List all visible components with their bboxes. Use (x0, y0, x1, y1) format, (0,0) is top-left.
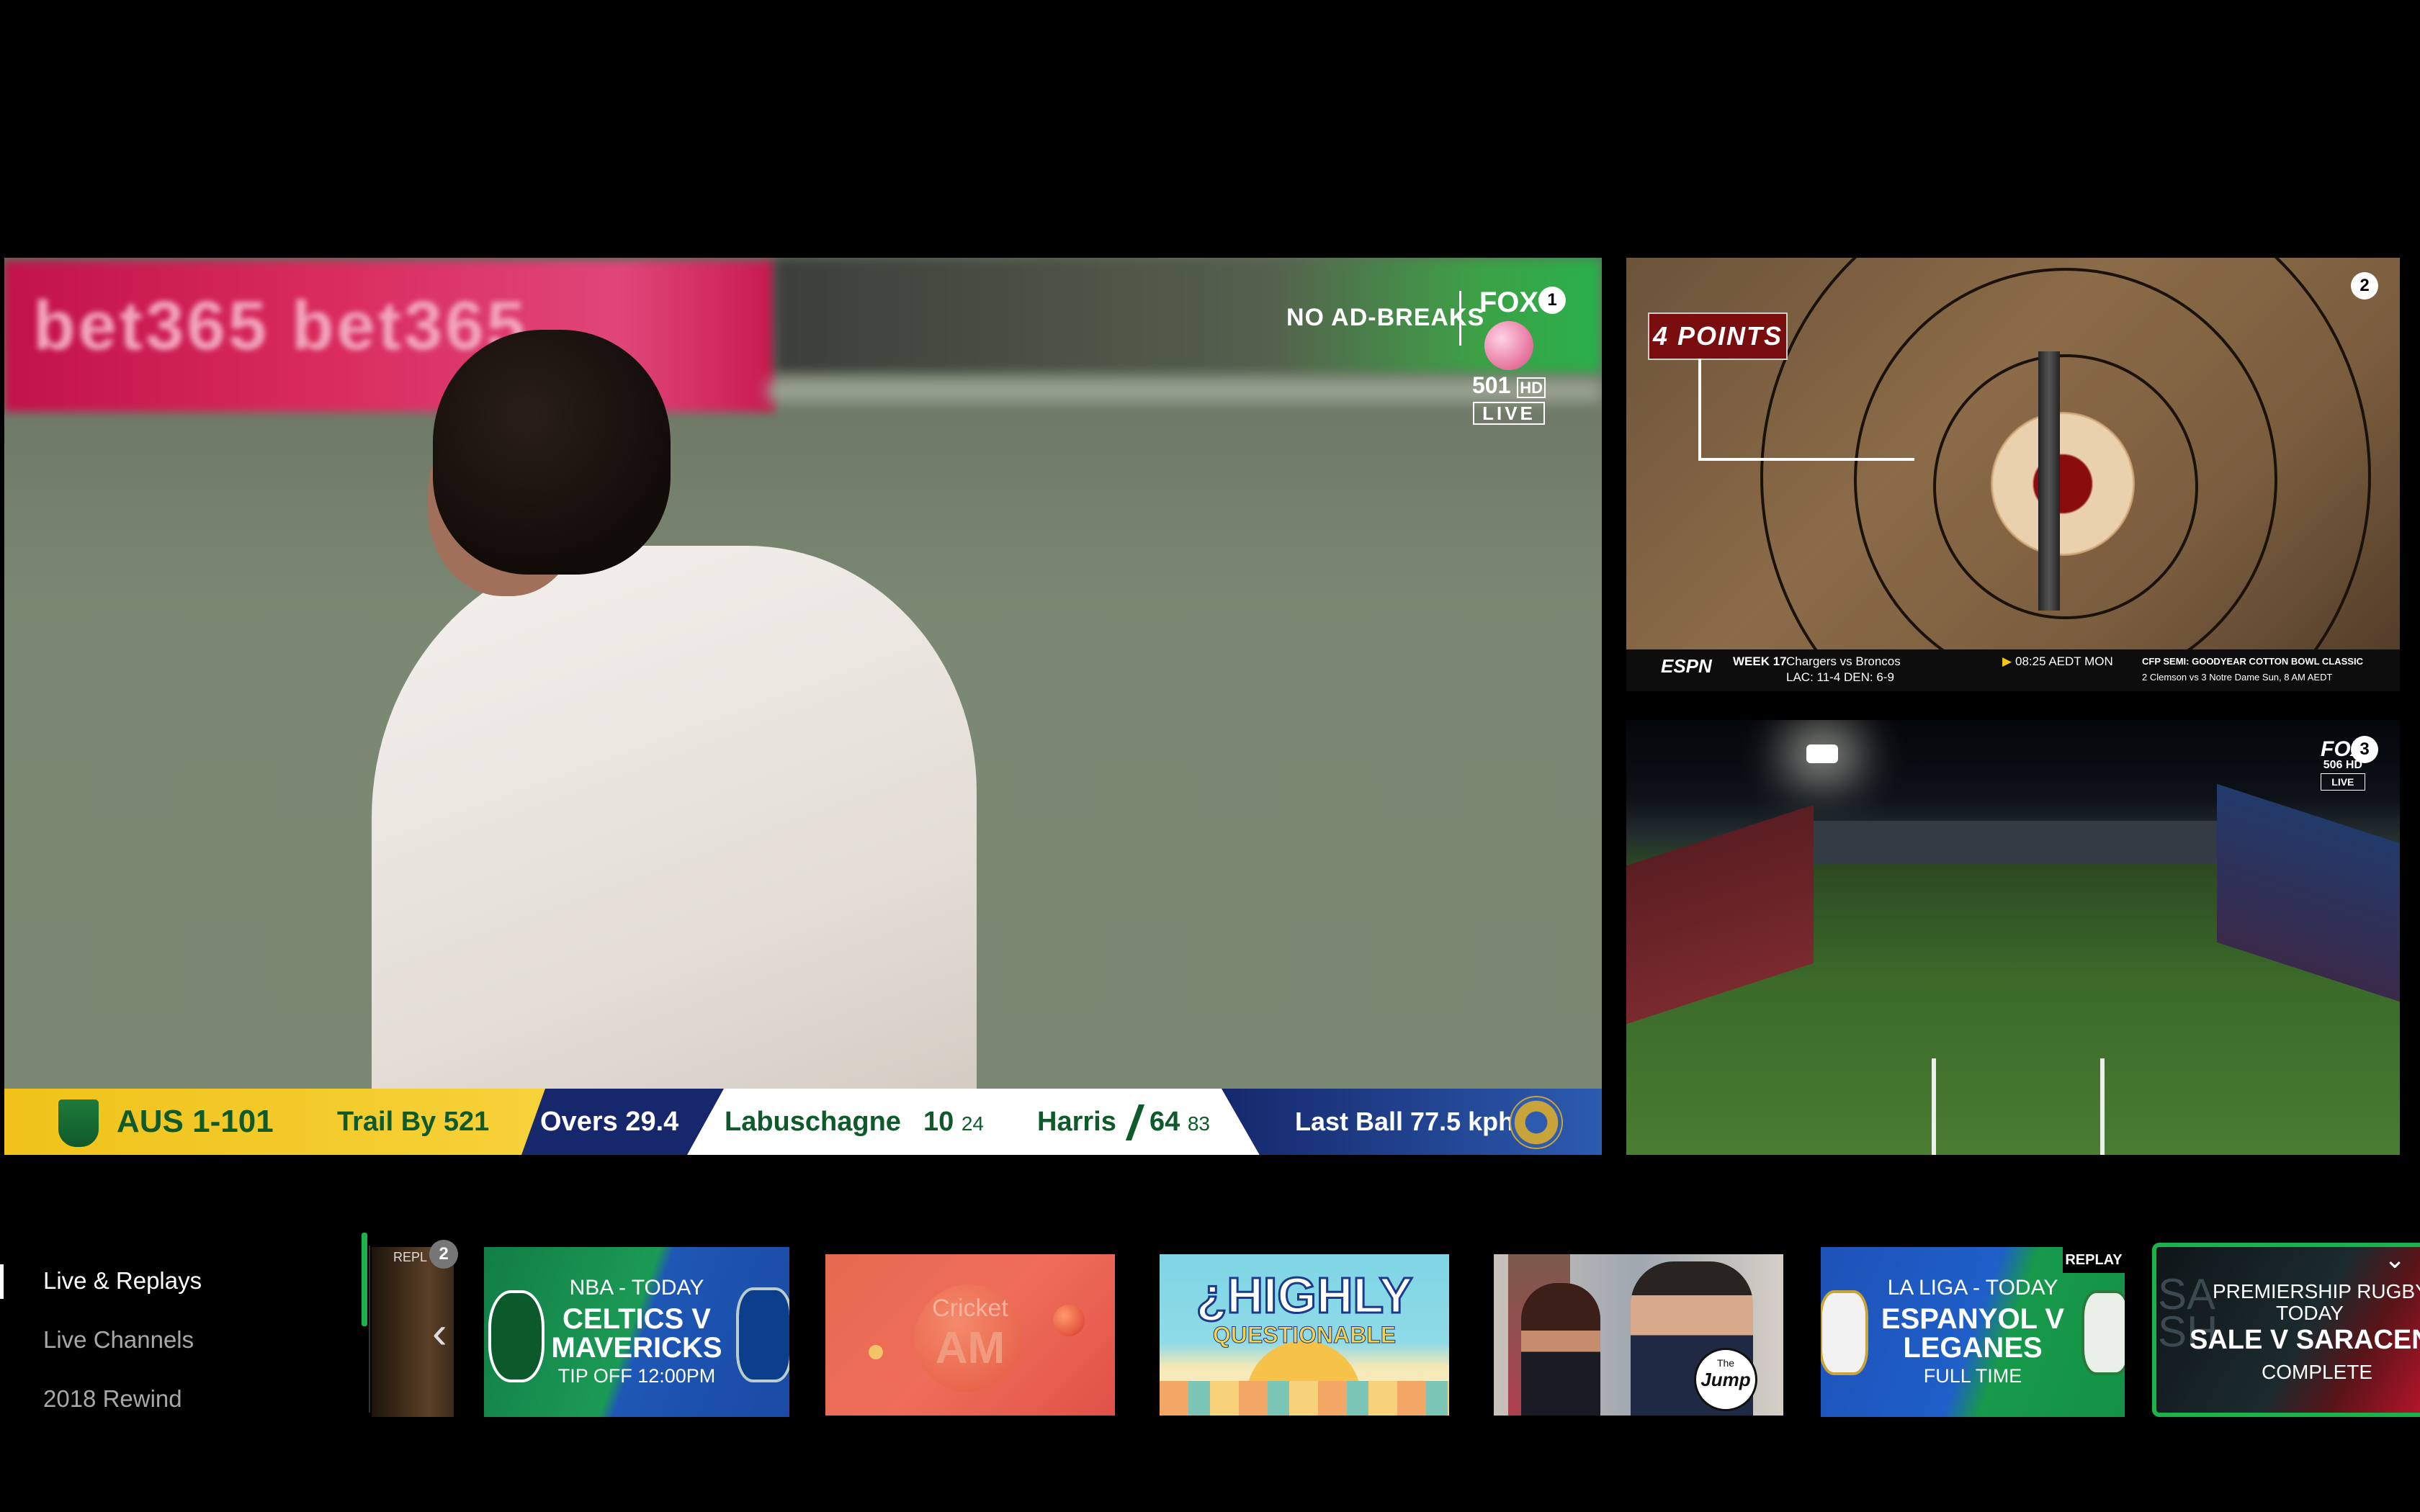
ticker-time: 08:25 AEDT MON (2015, 654, 2113, 668)
channel-hd-label: HD (1517, 377, 1546, 398)
channel-number-value: 501 (1471, 372, 1511, 398)
bullseye (1991, 412, 2135, 556)
rugby-tile-line2: TODAY (2276, 1302, 2344, 1324)
ticker-play-icon: ▶ (2002, 654, 2012, 668)
cricketer-hair (433, 330, 671, 575)
last-ball-speed: Last Ball 77.5 kph (1295, 1107, 1515, 1136)
batter1-name: Labuschagne (725, 1107, 901, 1137)
espn-logo: ESPN (1661, 655, 1712, 677)
stadium-stand-right (2217, 783, 2400, 1002)
cricket-scoreboard: AUS 1-101 Trail By 521 Overs 29.4 Labusc… (4, 1089, 1602, 1155)
rail-tile-nba-celtics-mavericks[interactable]: NBA - TODAY CELTICS V MAVERICKS TIP OFF … (484, 1247, 789, 1417)
rugby-tile-line3: SALE V SARACENS (2190, 1325, 2420, 1355)
channel-logo: FOX 501 HD LIVE (1469, 288, 1549, 426)
overlay-divider (1459, 291, 1461, 346)
rail-tile-premiership-sale-saracens[interactable]: SALE SH PREMIERSHIP RUGBY - TODAY SALE V… (2152, 1243, 2420, 1417)
nav-item-live-replays[interactable]: Live & Replays (43, 1267, 202, 1295)
callout-line-vertical (1698, 359, 1701, 459)
batter1-runs: 10 24 (923, 1089, 984, 1155)
rail-tile-laliga-espanyol-leganes[interactable]: REPLAY LA LIGA - TODAY ESPANYOL V LEGANE… (1821, 1247, 2125, 1417)
nba-tile-line3: MAVERICKS (551, 1332, 722, 1364)
team-score: AUS 1-101 (117, 1104, 274, 1139)
rail-divider (369, 1246, 370, 1413)
laliga-tile-line1: LA LIGA - TODAY (1887, 1276, 2058, 1300)
batter2-runs: 64 83 (1150, 1089, 1210, 1155)
hq-title-line2: QUESTIONABLE (1212, 1322, 1397, 1348)
ticker-records: LAC: 11-4 DEN: 6-9 (1786, 670, 1894, 684)
the-jump-logo: The Jump (1694, 1348, 1757, 1411)
rail-tile-highly-questionable[interactable]: ¿HIGHLY QUESTIONABLE (1160, 1254, 1449, 1416)
espn-score-ticker: ESPN WEEK 17 Chargers vs Broncos LAC: 11… (1626, 649, 2400, 691)
nav-item-live-channels[interactable]: Live Channels (43, 1326, 194, 1354)
batter2-runs-value: 64 (1150, 1107, 1180, 1137)
live-label-small: LIVE (2321, 773, 2365, 791)
ticker-week: WEEK 17 (1733, 654, 1787, 668)
stadium-stand-back (1806, 821, 2224, 864)
cricketer-body (372, 546, 977, 1155)
hq-title-line1: ¿HIGHLY (1195, 1267, 1414, 1323)
stadium-stand-left (1626, 804, 1814, 1025)
floodlight (1806, 744, 1838, 763)
overs: Overs 29.4 (540, 1107, 679, 1137)
cricket-ball-small-icon (869, 1345, 883, 1359)
sponsor-banner-text: bet365 bet365 (33, 287, 529, 364)
replay-badge: REPLAY (2063, 1247, 2125, 1273)
australia-crest-icon (56, 1097, 101, 1149)
host-woman (1521, 1283, 1600, 1416)
chevron-down-icon[interactable]: ⌄ (2384, 1247, 2406, 1272)
channel-number: 501 HD (1469, 373, 1549, 400)
nba-tile-line4: TIP OFF 12:00PM (557, 1365, 716, 1387)
the-jump-logo-line1: The (1716, 1357, 1735, 1369)
india-crest-icon (1510, 1096, 1563, 1149)
nba-tile-line1: NBA - TODAY (569, 1276, 704, 1300)
rail-tile-cricket-am[interactable]: Cricket AM (825, 1254, 1115, 1416)
axe-handle (2038, 351, 2060, 611)
partial-tile-label: REPL (393, 1250, 428, 1264)
rail-focus-bar (362, 1233, 367, 1326)
channel-brand: FOX (1479, 287, 1539, 318)
live-label: LIVE (1473, 402, 1545, 425)
nba-tile-line2: CELTICS V (563, 1303, 711, 1335)
batter1-runs-value: 10 (923, 1107, 954, 1137)
no-ad-breaks-label: NO AD-BREAKS (1286, 304, 1485, 331)
player-number-badge-3: 3 (2351, 736, 2378, 763)
ticker-matchup: Chargers vs Broncos (1786, 654, 1901, 668)
callout-line-horizontal (1698, 458, 1914, 461)
ticker-promo-line1: CFP SEMI: GOODYEAR COTTON BOWL CLASSIC (2142, 656, 2363, 667)
rugby-tile-line4: COMPLETE (2262, 1361, 2373, 1383)
goal-post-left (1932, 1058, 1936, 1155)
laliga-tile-line4: FULL TIME (1923, 1365, 2022, 1387)
multiview-feed-3[interactable]: FOX 506 HD LIVE (1626, 720, 2400, 1155)
trail-by: Trail By 521 (337, 1107, 490, 1137)
points-callout: 4 POINTS (1648, 312, 1788, 360)
player-number-badge-2: 2 (2351, 272, 2378, 300)
cricket-ball-icon (1484, 321, 1533, 370)
ticker-promo-line2: 2 Clemson vs 3 Notre Dame Sun, 8 AM AEDT (2142, 672, 2333, 683)
the-jump-logo-line2: Jump (1700, 1369, 1751, 1390)
batter1-balls: 24 (961, 1112, 984, 1135)
rail-tile-the-jump[interactable]: The Jump (1494, 1254, 1783, 1416)
main-video-player[interactable]: bet365 bet365 (4, 258, 1602, 1155)
nav-active-indicator (0, 1264, 4, 1299)
laliga-tile-line3: LEGANES (1903, 1332, 2043, 1364)
batter2-balls: 83 (1187, 1112, 1210, 1135)
goal-post-right (2100, 1058, 2105, 1155)
partial-tile-badge: 2 (429, 1240, 458, 1269)
player-number-badge-1: 1 (1538, 287, 1566, 314)
multiview-feed-2[interactable]: 4 POINTS ESPN WEEK 17 Chargers vs Bronco… (1626, 258, 2400, 691)
city-skyline-graphic (1160, 1381, 1449, 1416)
laliga-tile-line2: ESPANYOL V (1881, 1303, 2065, 1335)
rugby-tile-line1: PREMIERSHIP RUGBY - (2213, 1280, 2420, 1302)
chevron-left-icon[interactable]: ‹ (432, 1311, 447, 1356)
batter2-name: Harris (1037, 1107, 1116, 1137)
cricket-ball-icon-2 (1053, 1305, 1085, 1336)
nav-item-2018-rewind[interactable]: 2018 Rewind (43, 1385, 182, 1413)
